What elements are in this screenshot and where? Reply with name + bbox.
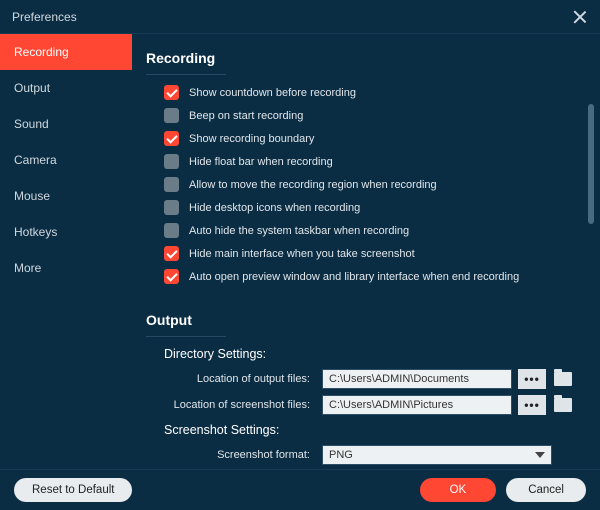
checkbox-icon[interactable] [164, 108, 179, 123]
screenshot-settings-label: Screenshot Settings: [164, 423, 580, 437]
output-section: Output Directory Settings: Location of o… [146, 306, 580, 465]
output-heading: Output [146, 306, 226, 337]
option-hide-float-bar[interactable]: Hide float bar when recording [164, 154, 580, 169]
row-screenshot-files: Location of screenshot files: C:\Users\A… [146, 395, 580, 415]
screenshot-format-label: Screenshot format: [168, 449, 316, 461]
recording-options: Show countdown before recording Beep on … [146, 85, 580, 284]
screenshot-format-select[interactable]: PNG [322, 445, 552, 465]
screenshot-files-label: Location of screenshot files: [168, 399, 316, 411]
chevron-down-icon [535, 452, 545, 458]
sidebar-item-recording[interactable]: Recording [0, 34, 132, 70]
option-label: Auto hide the system taskbar when record… [189, 225, 409, 237]
close-icon[interactable] [572, 9, 588, 25]
window-title: Preferences [12, 10, 77, 24]
folder-icon[interactable] [554, 372, 572, 386]
option-show-boundary[interactable]: Show recording boundary [164, 131, 580, 146]
option-show-countdown[interactable]: Show countdown before recording [164, 85, 580, 100]
row-output-files: Location of output files: C:\Users\ADMIN… [146, 369, 580, 389]
option-hide-desktop-icons[interactable]: Hide desktop icons when recording [164, 200, 580, 215]
checkbox-icon[interactable] [164, 85, 179, 100]
output-files-input[interactable]: C:\Users\ADMIN\Documents [322, 369, 512, 389]
screenshot-files-input[interactable]: C:\Users\ADMIN\Pictures [322, 395, 512, 415]
checkbox-icon[interactable] [164, 223, 179, 238]
cancel-button[interactable]: Cancel [506, 478, 586, 502]
option-auto-open-preview[interactable]: Auto open preview window and library int… [164, 269, 580, 284]
output-files-label: Location of output files: [168, 373, 316, 385]
option-hide-main-interface[interactable]: Hide main interface when you take screen… [164, 246, 580, 261]
option-allow-move-region[interactable]: Allow to move the recording region when … [164, 177, 580, 192]
option-label: Hide desktop icons when recording [189, 202, 360, 214]
sidebar-item-hotkeys[interactable]: Hotkeys [0, 214, 132, 250]
row-screenshot-format: Screenshot format: PNG [146, 445, 580, 465]
checkbox-icon[interactable] [164, 154, 179, 169]
option-label: Hide float bar when recording [189, 156, 333, 168]
checkbox-icon[interactable] [164, 177, 179, 192]
sidebar: Recording Output Sound Camera Mouse Hotk… [0, 34, 132, 469]
option-beep-on-start[interactable]: Beep on start recording [164, 108, 580, 123]
checkbox-icon[interactable] [164, 200, 179, 215]
footer: Reset to Default OK Cancel [0, 469, 600, 510]
reset-button[interactable]: Reset to Default [14, 478, 132, 502]
sidebar-item-mouse[interactable]: Mouse [0, 178, 132, 214]
directory-settings-label: Directory Settings: [164, 347, 580, 361]
body: Recording Output Sound Camera Mouse Hotk… [0, 34, 600, 469]
browse-button[interactable]: ••• [518, 395, 546, 415]
title-bar: Preferences [0, 0, 600, 34]
option-label: Hide main interface when you take screen… [189, 248, 415, 260]
sidebar-item-sound[interactable]: Sound [0, 106, 132, 142]
ok-button[interactable]: OK [420, 478, 497, 502]
scrollbar-thumb[interactable] [588, 104, 594, 224]
browse-button[interactable]: ••• [518, 369, 546, 389]
option-label: Show countdown before recording [189, 87, 356, 99]
sidebar-item-more[interactable]: More [0, 250, 132, 286]
sidebar-item-output[interactable]: Output [0, 70, 132, 106]
option-label: Beep on start recording [189, 110, 303, 122]
option-auto-hide-taskbar[interactable]: Auto hide the system taskbar when record… [164, 223, 580, 238]
option-label: Auto open preview window and library int… [189, 271, 519, 283]
option-label: Show recording boundary [189, 133, 314, 145]
sidebar-item-camera[interactable]: Camera [0, 142, 132, 178]
folder-icon[interactable] [554, 398, 572, 412]
recording-heading: Recording [146, 44, 226, 75]
checkbox-icon[interactable] [164, 246, 179, 261]
option-label: Allow to move the recording region when … [189, 179, 437, 191]
checkbox-icon[interactable] [164, 131, 179, 146]
checkbox-icon[interactable] [164, 269, 179, 284]
select-value: PNG [329, 449, 353, 461]
main-panel: Recording Show countdown before recordin… [132, 34, 600, 469]
